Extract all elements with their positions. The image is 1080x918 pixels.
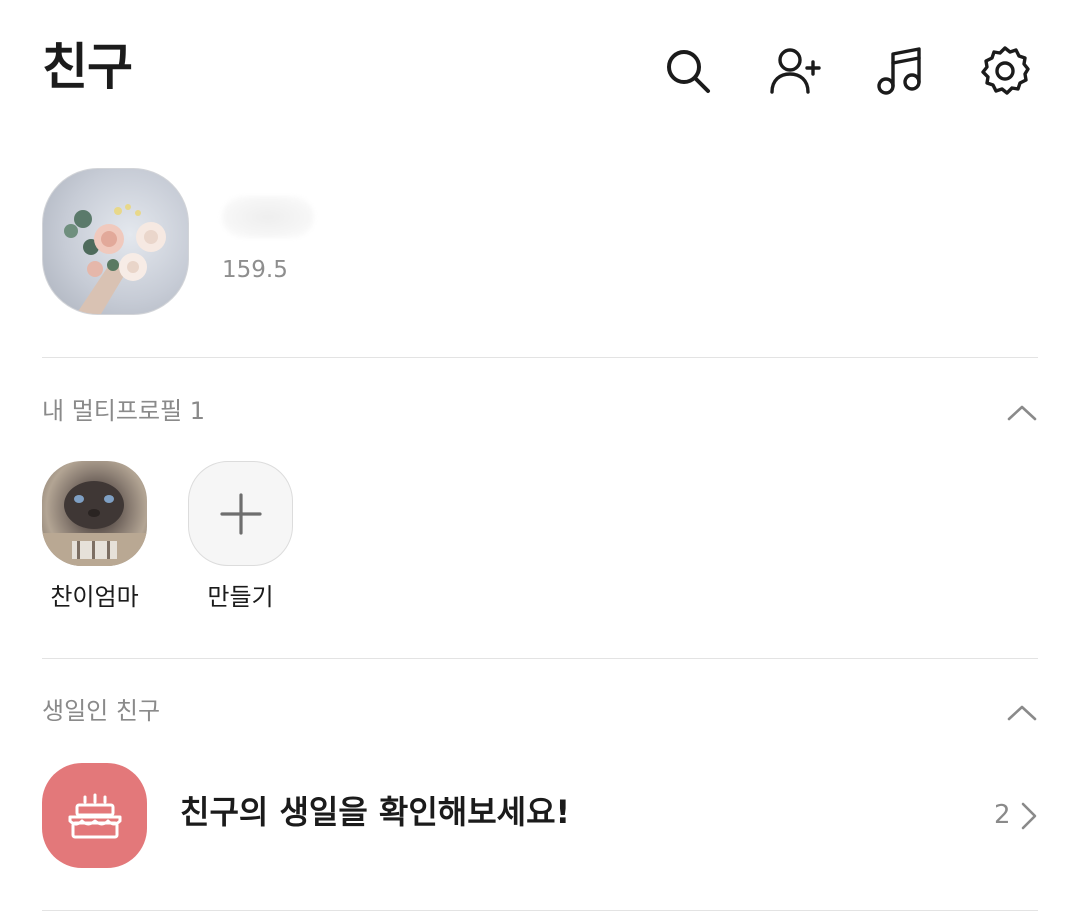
my-profile-name-blurred <box>222 196 314 238</box>
divider <box>42 357 1038 358</box>
my-profile-avatar[interactable] <box>42 168 189 315</box>
music-icon[interactable] <box>874 44 928 98</box>
plus-icon <box>219 492 262 535</box>
multi-profile-label[interactable]: 찬이엄마 <box>32 580 157 614</box>
create-multi-profile-button[interactable] <box>188 461 293 566</box>
chevron-up-icon[interactable] <box>1006 402 1038 422</box>
settings-icon[interactable] <box>978 44 1032 98</box>
flower-bouquet-image <box>64 204 166 314</box>
cat-image <box>42 481 147 566</box>
chevron-right-icon[interactable] <box>1020 801 1038 831</box>
add-friend-icon[interactable] <box>768 44 822 98</box>
page-title: 친구 <box>42 38 133 96</box>
birthday-message[interactable]: 친구의 생일을 확인해보세요! <box>180 790 570 834</box>
search-icon[interactable] <box>661 44 715 98</box>
birthday-icon-tile[interactable] <box>42 763 147 868</box>
multi-profile-avatar[interactable] <box>42 461 147 566</box>
create-profile-label[interactable]: 만들기 <box>178 580 303 614</box>
my-profile-status: 159.5 <box>222 257 288 283</box>
chevron-up-icon[interactable] <box>1006 702 1038 722</box>
birthday-count: 2 <box>994 800 1011 830</box>
cake-icon <box>68 793 121 838</box>
multi-profile-section-title: 내 멀티프로필 1 <box>42 397 206 425</box>
divider <box>42 910 1038 911</box>
birthday-section-title: 생일인 친구 <box>42 697 161 725</box>
divider <box>42 658 1038 659</box>
